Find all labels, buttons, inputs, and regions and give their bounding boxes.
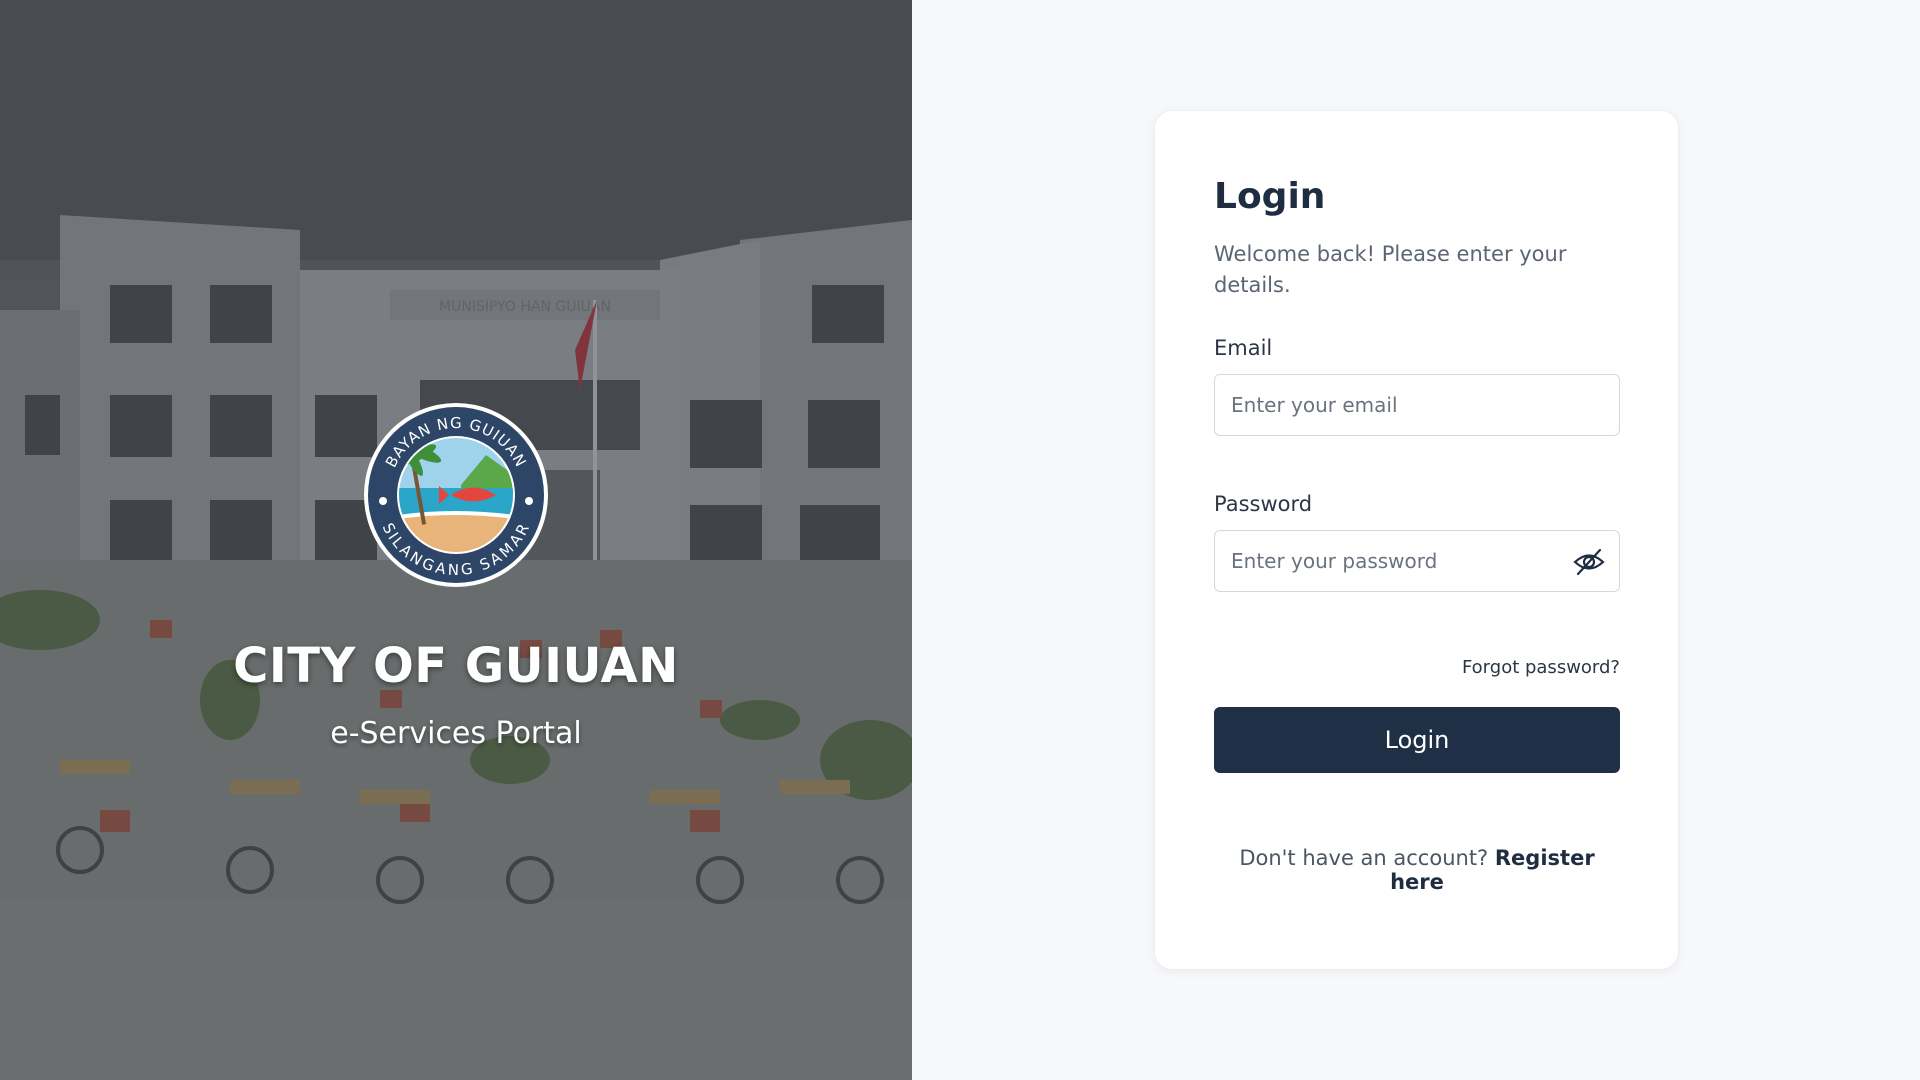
login-card: Login Welcome back! Please enter your de… — [1154, 110, 1679, 970]
eye-off-icon[interactable] — [1573, 547, 1605, 577]
portal-subtitle: e-Services Portal — [330, 716, 582, 751]
password-input[interactable] — [1215, 531, 1619, 591]
forgot-password-link[interactable]: Forgot password? — [1462, 657, 1620, 678]
login-description: Welcome back! Please enter your details. — [1214, 242, 1567, 297]
city-title: CITY OF GUIUAN — [233, 638, 679, 694]
register-prompt-text: Don't have an account? — [1239, 846, 1489, 870]
email-label: Email — [1214, 336, 1273, 360]
hero-branding: BAYAN NG GUIUAN SILANGANG SAMAR CITY OF … — [0, 400, 912, 751]
login-button[interactable]: Login — [1214, 707, 1620, 773]
password-field-box — [1214, 530, 1620, 592]
hero-panel: MUNISIPYO HAN GUIUAN BAYAN NG GUIUAN SIL… — [0, 0, 912, 1080]
email-field-box — [1214, 374, 1620, 436]
password-label: Password — [1214, 492, 1313, 516]
register-prompt: Don't have an account? Register here — [1214, 846, 1620, 894]
guiuan-seal-icon: BAYAN NG GUIUAN SILANGANG SAMAR — [364, 403, 548, 587]
email-input[interactable] — [1215, 375, 1619, 435]
login-title: Login — [1214, 176, 1326, 217]
